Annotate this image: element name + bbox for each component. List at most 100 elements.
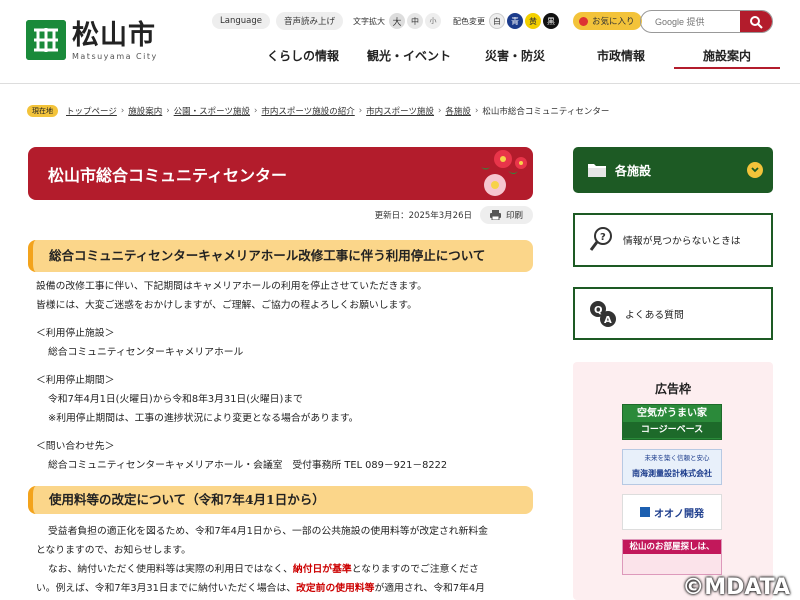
breadcrumb-here-badge: 現在地 bbox=[27, 105, 58, 117]
ad-text: 南海測量設計株式会社 bbox=[632, 469, 712, 478]
gnav-disaster[interactable]: 災害・防災 bbox=[462, 47, 568, 69]
gnav-tourism[interactable]: 観光・イベント bbox=[356, 47, 462, 69]
ad-banner-rooms[interactable]: 松山のお部屋探しは、 bbox=[622, 539, 722, 575]
breadcrumb-link[interactable]: 公園・スポーツ施設 bbox=[174, 105, 250, 117]
breadcrumb-separator-icon: › bbox=[438, 106, 442, 116]
breadcrumb-separator-icon: › bbox=[120, 106, 125, 116]
logo-subtitle: Matsuyama City bbox=[72, 52, 158, 61]
period-value: 令和7年4月1日(火曜日)から令和8年3月31日(火曜日)まで bbox=[48, 394, 303, 405]
search-help-icon: ? bbox=[589, 227, 612, 251]
contact-label: ＜問い合わせ先＞ bbox=[36, 441, 115, 452]
fee-text: い。例えば、令和7年3月31日までに納付いただく場合は、 bbox=[36, 583, 297, 594]
section-intro: 設備の改修工事に伴い、下記期間はキャメリアホールの利用を停止させていただきます。… bbox=[28, 277, 533, 315]
fee-text: が適用され、令和7年4月 bbox=[374, 583, 485, 594]
language-button[interactable]: Language bbox=[212, 13, 270, 29]
ad-area: 広告枠 空気がうまい家 コージーベース 未来を築く信頼と安心 南海測量設計株式会… bbox=[573, 362, 773, 600]
breadcrumb-separator-icon: › bbox=[254, 106, 258, 116]
faq-link[interactable]: Q A よくある質問 bbox=[573, 287, 773, 340]
ad-text: 空気がうまい家 bbox=[637, 408, 707, 419]
faq-icon: Q A bbox=[590, 300, 616, 327]
site-search bbox=[640, 10, 773, 33]
facility-label: ＜利用停止施設＞ bbox=[36, 328, 115, 339]
breadcrumb-link[interactable]: トップページ bbox=[66, 105, 117, 117]
page-meta: 更新日：2025年3月26日 印刷 bbox=[28, 205, 533, 225]
text-size-small-button[interactable]: 小 bbox=[424, 13, 441, 29]
not-found-help-label: 情報が見つからないときは bbox=[623, 236, 741, 247]
global-nav: くらしの情報 観光・イベント 災害・防災 市政情報 施設案内 bbox=[250, 47, 780, 69]
search-button[interactable] bbox=[740, 11, 772, 32]
contact-block: ＜問い合わせ先＞ 総合コミュニティセンターキャメリアホール・会議室 受付事務所 … bbox=[28, 437, 533, 475]
color-change-label: 配色変更 bbox=[452, 16, 485, 26]
breadcrumb-link[interactable]: 市内スポーツ施設 bbox=[366, 105, 434, 117]
updated-date: 更新日：2025年3月26日 bbox=[374, 211, 472, 221]
color-yellow-button[interactable]: 黄 bbox=[524, 13, 541, 29]
printer-icon bbox=[489, 210, 501, 220]
breadcrumb-separator-icon: › bbox=[474, 106, 479, 116]
ad-text: 未来を築く信頼と安心 bbox=[644, 454, 710, 462]
utility-bar: Language 音声読み上げ 文字拡大 大 中 小 配色変更 白 青 黄 黒 … bbox=[212, 11, 643, 31]
facility-value: 総合コミュニティセンターキャメリアホール bbox=[48, 347, 244, 358]
print-button[interactable]: 印刷 bbox=[479, 206, 533, 224]
folder-icon bbox=[588, 164, 606, 177]
logo-name: 松山市 bbox=[72, 20, 156, 51]
breadcrumb-current: 松山市総合コミュニティセンター bbox=[482, 107, 610, 117]
read-aloud-button[interactable]: 音声読み上げ bbox=[275, 12, 343, 30]
color-blue-button[interactable]: 青 bbox=[506, 13, 523, 29]
chevron-down-icon bbox=[747, 162, 763, 178]
ad-banner-nankai[interactable]: 未来を築く信頼と安心 南海測量設計株式会社 bbox=[622, 449, 722, 485]
fee-text: となりますのでご注意くださ bbox=[351, 564, 479, 575]
fee-line: となりますので、お知らせします。 bbox=[36, 545, 191, 556]
period-label: ＜利用停止期間＞ bbox=[36, 375, 115, 386]
page-title: 松山市総合コミュニティセンター bbox=[48, 166, 288, 185]
site-header: 松山市 Matsuyama City Language 音声読み上げ 文字拡大 … bbox=[0, 0, 800, 84]
ad-text: 松山のお部屋探しは、 bbox=[623, 540, 721, 554]
fee-emphasis: 納付日が基準 bbox=[292, 564, 352, 575]
intro-line: 設備の改修工事に伴い、下記期間はキャメリアホールの利用を停止させていただきます。 bbox=[36, 281, 427, 292]
gnav-city-info[interactable]: 市政情報 bbox=[568, 47, 674, 69]
ad-banner-ono[interactable]: オオノ開発 bbox=[622, 494, 722, 530]
svg-text:A: A bbox=[604, 315, 612, 326]
color-black-button[interactable]: 黒 bbox=[542, 13, 559, 29]
contact-value: 総合コミュニティセンターキャメリアホール・会議室 受付事務所 TEL 089－9… bbox=[48, 460, 448, 471]
watermark: ©MDATA bbox=[682, 575, 790, 600]
breadcrumb-separator-icon: › bbox=[358, 106, 363, 116]
favorite-icon bbox=[578, 16, 588, 26]
site-logo[interactable]: 松山市 Matsuyama City bbox=[26, 20, 158, 62]
print-label: 印刷 bbox=[505, 211, 523, 221]
camellia-decoration-icon bbox=[481, 150, 527, 196]
gnav-living[interactable]: くらしの情報 bbox=[250, 47, 356, 69]
color-white-button[interactable]: 白 bbox=[488, 13, 505, 29]
facility-nav-toggle[interactable]: 各施設 bbox=[573, 147, 773, 193]
facility-block: ＜利用停止施設＞ 総合コミュニティセンターキャメリアホール bbox=[28, 324, 533, 362]
fee-revision-text: 受益者負担の適正化を図るため、令和7年4月1日から、一部の公共施設の使用料等が改… bbox=[28, 522, 533, 598]
facility-nav-label: 各施設 bbox=[615, 163, 652, 178]
city-emblem-icon bbox=[26, 20, 66, 60]
period-block: ＜利用停止期間＞ 令和7年4月1日(火曜日)から令和8年3月31日(火曜日)まで… bbox=[28, 371, 533, 428]
search-input[interactable] bbox=[641, 11, 740, 32]
breadcrumb-link[interactable]: 市内スポーツ施設の紹介 bbox=[261, 105, 354, 117]
gnav-facilities[interactable]: 施設案内 bbox=[674, 47, 780, 69]
faq-label: よくある質問 bbox=[625, 309, 684, 321]
breadcrumb-separator-icon: › bbox=[166, 106, 170, 116]
favorite-button[interactable]: お気に入り bbox=[572, 12, 643, 30]
fee-emphasis: 改定前の使用料等 bbox=[296, 583, 375, 594]
ad-image bbox=[623, 554, 721, 574]
breadcrumb-link[interactable]: 施設案内 bbox=[128, 105, 162, 117]
fee-line: い。例えば、令和7年3月31日までに納付いただく場合は、改定前の使用料等が適用さ… bbox=[36, 579, 533, 598]
ad-logo-icon bbox=[640, 507, 650, 517]
fee-line: 受益者負担の適正化を図るため、令和7年4月1日から、一部の公共施設の使用料等が改… bbox=[48, 526, 488, 537]
section-heading: 総合コミュニティセンターキャメリアホール改修工事に伴う利用停止について bbox=[28, 240, 533, 272]
favorite-label: お気に入り bbox=[591, 17, 635, 27]
text-size-large-button[interactable]: 大 bbox=[388, 13, 405, 29]
breadcrumb-link[interactable]: 各施設 bbox=[445, 105, 471, 117]
fee-line: なお、納付いただく使用料等は実際の利用日ではなく、納付日が基準となりますのでご注… bbox=[36, 560, 533, 579]
text-size-label: 文字拡大 bbox=[352, 16, 385, 26]
text-size-medium-button[interactable]: 中 bbox=[406, 13, 423, 29]
not-found-help-link[interactable]: ? 情報が見つからないときは bbox=[573, 213, 773, 267]
main-content: 松山市総合コミュニティセンター 更新日：2025年3月26日 印刷 総合コミュニ… bbox=[28, 147, 533, 598]
section-heading: 使用料等の改定について（令和7年4月1日から） bbox=[28, 486, 533, 514]
fee-text: なお、納付いただく使用料等は実際の利用日ではなく、 bbox=[48, 564, 293, 575]
ad-text: コージーベース bbox=[623, 422, 721, 438]
breadcrumb: 現在地 トップページ › 施設案内 › 公園・スポーツ施設 › 市内スポーツ施設の紹介… bbox=[27, 104, 609, 118]
ad-banner-cozybase[interactable]: 空気がうまい家 コージーベース bbox=[622, 404, 722, 440]
